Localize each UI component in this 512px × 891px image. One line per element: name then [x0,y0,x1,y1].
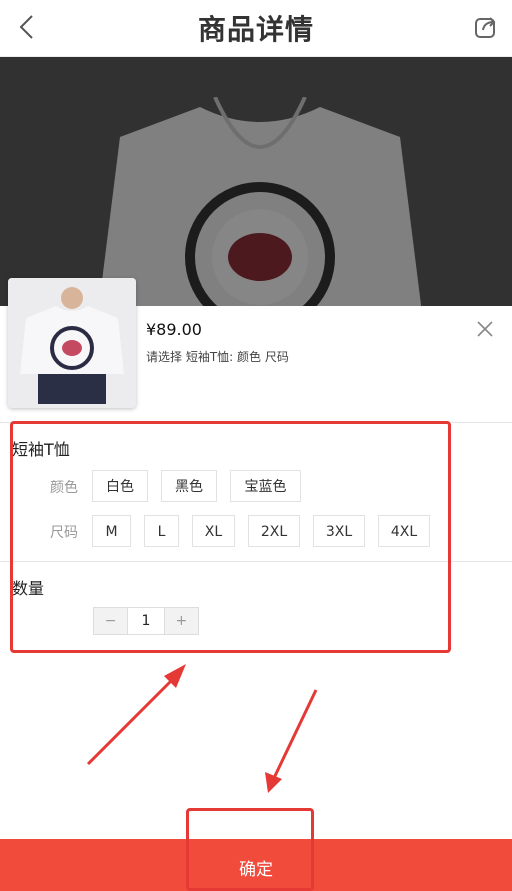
close-icon[interactable] [476,320,494,338]
annotation-box-confirm [186,808,314,891]
top-bar: 商品详情 [0,0,512,57]
page-title: 商品详情 [197,13,314,46]
tshirt-thumbnail-image [8,278,136,408]
product-price: ¥89.00 [146,320,202,339]
product-hero-image [0,57,512,307]
selection-hint: 请选择 短袖T恤: 颜色 尺码 [146,350,289,364]
annotation-box-sku [10,421,451,653]
dim-overlay [0,57,512,307]
product-thumbnail [8,278,136,408]
share-icon[interactable] [472,12,500,40]
